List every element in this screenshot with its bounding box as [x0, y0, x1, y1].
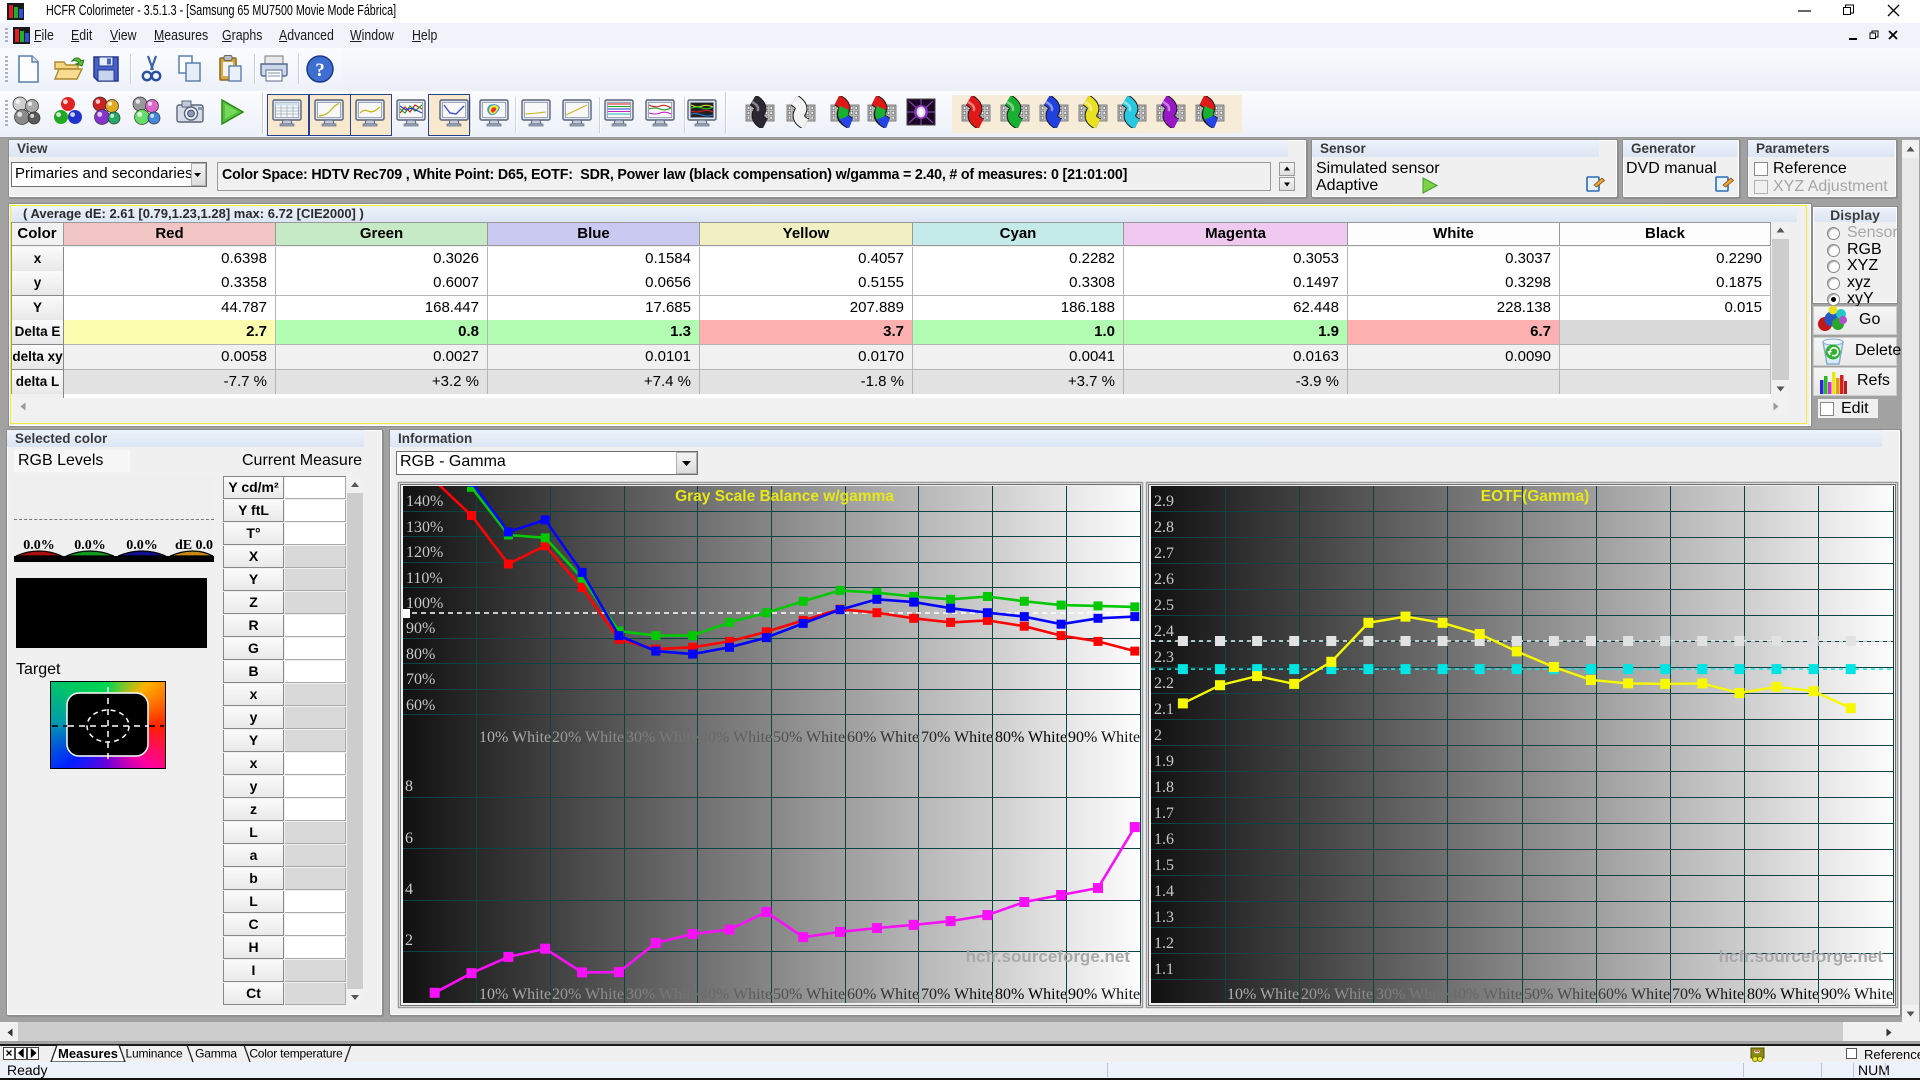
svg-text:50% White: 50% White: [773, 729, 845, 746]
svg-text:40% White: 40% White: [1450, 986, 1522, 1003]
svg-text:2.1: 2.1: [1154, 701, 1174, 718]
svg-text:2.3: 2.3: [1154, 649, 1174, 666]
svg-text:20% White: 20% White: [1301, 986, 1373, 1003]
svg-text:140%: 140%: [406, 493, 443, 510]
svg-text:40% White: 40% White: [700, 729, 772, 746]
svg-text:90% White: 90% White: [1821, 986, 1893, 1003]
svg-text:Gray Scale Balance w/gamma: Gray Scale Balance w/gamma: [675, 488, 894, 505]
svg-text:1.8: 1.8: [1154, 779, 1174, 796]
svg-text:60%: 60%: [406, 697, 435, 714]
svg-text:30% White: 30% White: [626, 729, 698, 746]
svg-text:1.1: 1.1: [1154, 961, 1174, 978]
svg-text:80%: 80%: [406, 646, 435, 663]
svg-text:90% White: 90% White: [1068, 729, 1140, 746]
svg-text:10% White: 10% White: [479, 986, 551, 1003]
svg-text:hcfr.sourceforge.net: hcfr.sourceforge.net: [966, 947, 1131, 966]
svg-text:Gamma: Gamma: [195, 1047, 237, 1061]
svg-text:Color temperature: Color temperature: [249, 1047, 343, 1061]
svg-text:8: 8: [405, 778, 413, 795]
svg-text:70% White: 70% White: [921, 729, 993, 746]
svg-text:hcfr.sourceforge.net: hcfr.sourceforge.net: [1719, 947, 1884, 966]
svg-text:60% White: 60% White: [847, 729, 919, 746]
svg-text:2: 2: [1154, 727, 1162, 744]
svg-text:60% White: 60% White: [1598, 986, 1670, 1003]
svg-text:1.6: 1.6: [1154, 831, 1174, 848]
svg-text:2.6: 2.6: [1154, 571, 1174, 588]
svg-text:1.3: 1.3: [1154, 909, 1174, 926]
svg-text:0.0%: 0.0%: [74, 538, 106, 553]
svg-text:2.8: 2.8: [1154, 519, 1174, 536]
svg-text:20% White: 20% White: [552, 986, 624, 1003]
svg-text:10% White: 10% White: [479, 729, 551, 746]
svg-text:130%: 130%: [406, 519, 443, 536]
svg-text:1.4: 1.4: [1154, 883, 1174, 900]
svg-text:100%: 100%: [406, 595, 443, 612]
svg-text:2.7: 2.7: [1154, 545, 1174, 562]
svg-text:2: 2: [405, 932, 413, 949]
svg-text:EOTF(Gamma): EOTF(Gamma): [1481, 488, 1590, 505]
svg-text:30% White: 30% White: [1376, 986, 1448, 1003]
svg-text:90% White: 90% White: [1068, 986, 1140, 1003]
svg-text:1.2: 1.2: [1154, 935, 1174, 952]
svg-text:1.7: 1.7: [1154, 805, 1174, 822]
svg-text:1.9: 1.9: [1154, 753, 1174, 770]
svg-text:60% White: 60% White: [847, 986, 919, 1003]
svg-text:0.0%: 0.0%: [126, 538, 158, 553]
svg-text:2.2: 2.2: [1154, 675, 1174, 692]
svg-text:dE 0.0: dE 0.0: [175, 538, 213, 553]
svg-text:50% White: 50% White: [773, 986, 845, 1003]
svg-text:4: 4: [405, 881, 413, 898]
svg-text:20% White: 20% White: [552, 729, 624, 746]
svg-text:80% White: 80% White: [1747, 986, 1819, 1003]
svg-text:0.0%: 0.0%: [23, 538, 55, 553]
svg-text:2.4: 2.4: [1154, 623, 1174, 640]
svg-text:110%: 110%: [406, 570, 443, 587]
svg-text:2.9: 2.9: [1154, 493, 1174, 510]
svg-text:?: ?: [315, 60, 325, 81]
svg-text:120%: 120%: [406, 544, 443, 561]
svg-text:50% White: 50% White: [1524, 986, 1596, 1003]
svg-text:Luminance: Luminance: [126, 1047, 183, 1061]
svg-text:Measures: Measures: [58, 1046, 118, 1061]
svg-text:6: 6: [405, 830, 413, 847]
svg-text:80% White: 80% White: [995, 729, 1067, 746]
svg-text:1.5: 1.5: [1154, 857, 1174, 874]
svg-text:40% White: 40% White: [700, 986, 772, 1003]
svg-text:90%: 90%: [406, 620, 435, 637]
svg-text:70% White: 70% White: [921, 986, 993, 1003]
svg-text:70%: 70%: [406, 671, 435, 688]
svg-text:70% White: 70% White: [1672, 986, 1744, 1003]
svg-text:80% White: 80% White: [995, 986, 1067, 1003]
svg-text:10% White: 10% White: [1227, 986, 1299, 1003]
svg-text:2.5: 2.5: [1154, 597, 1174, 614]
svg-text:30% White: 30% White: [626, 986, 698, 1003]
